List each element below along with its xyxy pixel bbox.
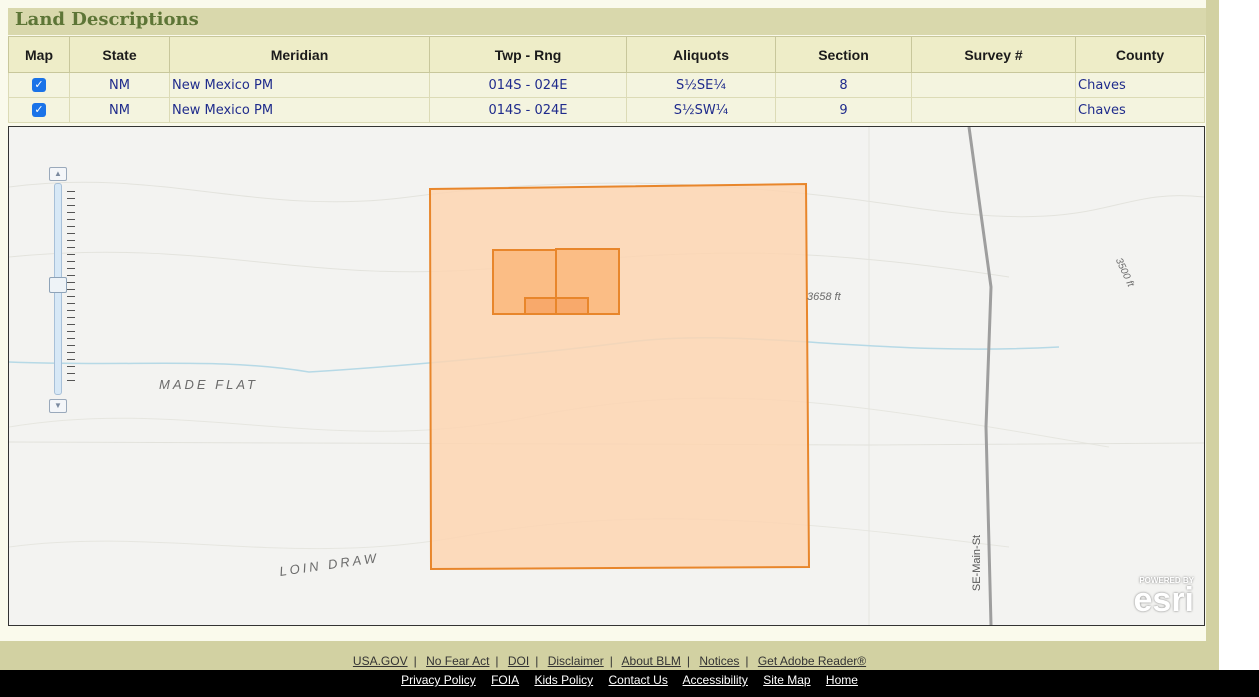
twp-rng-cell: 014S - 024E (429, 72, 627, 98)
township-polygon[interactable] (428, 182, 811, 571)
aliquots-cell: S½SE¼ (626, 72, 776, 98)
map-canvas[interactable] (9, 127, 1204, 625)
esri-logo: esri (1133, 581, 1195, 619)
aliquots-cell: S½SW¼ (626, 97, 776, 123)
footer-link-accessibility[interactable]: Accessibility (683, 673, 748, 687)
table-row: ✓ NM New Mexico PM 014S - 024E S½SE¼ 8 C… (8, 72, 1205, 98)
table-row: ✓ NM New Mexico PM 014S - 024E S½SW¼ 9 C… (8, 97, 1205, 123)
section-title: Land Descriptions (15, 9, 199, 30)
zoom-thumb[interactable] (49, 277, 67, 293)
zoom-slider[interactable]: ▲ ▼ (49, 167, 75, 417)
label-elevation: 3658 ft (807, 291, 841, 303)
footer-link-foia[interactable]: FOIA (491, 673, 519, 687)
state-cell: NM (69, 72, 170, 98)
header-section: Section (775, 36, 912, 73)
aliquot-s2se4[interactable] (524, 297, 557, 315)
map-checkbox-cell[interactable]: ✓ (8, 72, 70, 98)
header-aliquots: Aliquots (626, 36, 776, 73)
label-made-flat: MADE FLAT (159, 377, 258, 392)
table-header-row: Map State Meridian Twp - Rng Aliquots Se… (8, 36, 1205, 73)
map-checkbox[interactable]: ✓ (32, 103, 46, 117)
footer-link-about-blm[interactable]: About BLM (622, 654, 681, 668)
footer-link-kids-policy[interactable]: Kids Policy (534, 673, 593, 687)
footer-link-doi[interactable]: DOI (508, 654, 529, 668)
meridian-cell: New Mexico PM (169, 97, 430, 123)
footer-link-disclaimer[interactable]: Disclaimer (548, 654, 604, 668)
footer-link-home[interactable]: Home (826, 673, 858, 687)
label-road: SE-Main-St (971, 534, 984, 592)
twp-rng-cell: 014S - 024E (429, 97, 627, 123)
footer-link-adobe-reader[interactable]: Get Adobe Reader® (758, 654, 866, 668)
map-checkbox-cell[interactable]: ✓ (8, 97, 70, 123)
section-cell: 8 (775, 72, 912, 98)
header-map: Map (8, 36, 70, 73)
header-survey: Survey # (911, 36, 1076, 73)
footer-links-row2: Privacy Policy FOIA Kids Policy Contact … (0, 670, 1259, 697)
land-descriptions-table: Map State Meridian Twp - Rng Aliquots Se… (8, 36, 1205, 123)
footer-link-notices[interactable]: Notices (699, 654, 739, 668)
zoom-out-button[interactable]: ▼ (49, 399, 67, 413)
header-meridian: Meridian (169, 36, 430, 73)
land-descriptions-panel: Land Descriptions Map State Meridian Twp… (0, 0, 1206, 641)
section-cell: 9 (775, 97, 912, 123)
footer-link-privacy[interactable]: Privacy Policy (401, 673, 476, 687)
header-state: State (69, 36, 170, 73)
footer-links-row1: USA.GOV | No Fear Act | DOI | Disclaimer | A… (0, 652, 1219, 670)
header-twp-rng: Twp - Rng (429, 36, 627, 73)
zoom-in-button[interactable]: ▲ (49, 167, 67, 181)
county-cell: Chaves (1075, 97, 1205, 123)
meridian-cell: New Mexico PM (169, 72, 430, 98)
zoom-ticks (67, 191, 75, 387)
county-cell: Chaves (1075, 72, 1205, 98)
footer-link-site-map[interactable]: Site Map (763, 673, 810, 687)
footer-link-usagov[interactable]: USA.GOV (353, 654, 408, 668)
footer-link-contact-us[interactable]: Contact Us (608, 673, 667, 687)
survey-cell (911, 97, 1076, 123)
aliquot-s2sw4[interactable] (555, 297, 589, 315)
survey-cell (911, 72, 1076, 98)
footer-link-no-fear-act[interactable]: No Fear Act (426, 654, 489, 668)
state-cell: NM (69, 97, 170, 123)
esri-attribution: POWERED BY esri (1133, 576, 1195, 619)
map-view[interactable]: MADE FLAT LOIN DRAW 3658 ft 3500 ft SE-M… (8, 126, 1205, 626)
map-checkbox[interactable]: ✓ (32, 78, 46, 92)
header-county: County (1075, 36, 1205, 73)
